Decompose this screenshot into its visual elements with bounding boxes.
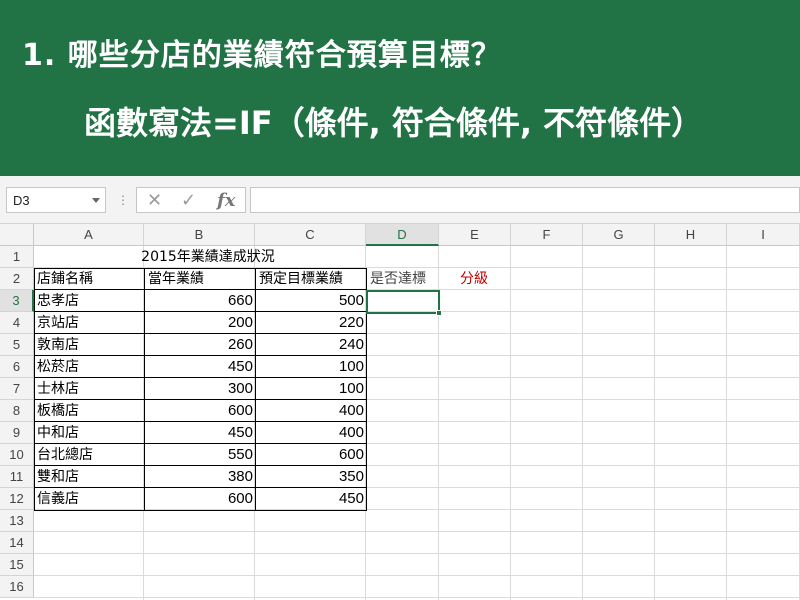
row-header-6[interactable]: 6: [0, 356, 34, 378]
table-border-h: [34, 355, 367, 356]
select-all-corner[interactable]: [0, 224, 34, 246]
table-border-h: [34, 333, 367, 334]
gridline-h: [34, 553, 800, 554]
header-grade[interactable]: 分級: [440, 268, 513, 290]
fill-handle[interactable]: [436, 310, 442, 316]
row-header-7[interactable]: 7: [0, 378, 34, 400]
active-cell-selection[interactable]: [366, 290, 440, 314]
gridline-v: [510, 246, 511, 600]
formula-bar: D3 ⋮ ✕ ✓ fx: [0, 176, 800, 224]
gridline-v: [726, 246, 727, 600]
data-table-border: [34, 268, 367, 511]
row-header-4[interactable]: 4: [0, 312, 34, 334]
gridline-h: [34, 531, 800, 532]
column-header-c[interactable]: C: [255, 224, 366, 246]
table-border-v: [144, 268, 145, 511]
name-box-dropdown-icon[interactable]: [92, 198, 100, 203]
table-border-h: [34, 487, 367, 488]
row-header-1[interactable]: 1: [0, 246, 34, 268]
table-border-h: [34, 399, 367, 400]
banner-question: 1. 哪些分店的業績符合預算目標？: [22, 38, 502, 73]
gridline-h: [34, 575, 800, 576]
column-header-b[interactable]: B: [144, 224, 255, 246]
table-border-h: [34, 377, 367, 378]
formula-bar-buttons: ✕ ✓ fx: [136, 187, 246, 213]
enter-check-icon[interactable]: ✓: [181, 190, 196, 211]
formula-input[interactable]: [250, 187, 800, 213]
row-header-2[interactable]: 2: [0, 268, 34, 290]
row-header-16[interactable]: 16: [0, 576, 34, 598]
row-header-5[interactable]: 5: [0, 334, 34, 356]
cancel-icon[interactable]: ✕: [147, 190, 162, 211]
table-border-h: [34, 421, 367, 422]
insert-function-icon[interactable]: fx: [217, 190, 235, 211]
row-header-12[interactable]: 12: [0, 488, 34, 510]
column-header-d[interactable]: D: [366, 224, 439, 246]
table-border-h: [34, 443, 367, 444]
row-header-9[interactable]: 9: [0, 422, 34, 444]
header-achieved[interactable]: 是否達標: [367, 268, 440, 290]
column-header-i[interactable]: I: [727, 224, 800, 246]
row-header-3[interactable]: 3: [0, 290, 34, 312]
row-header-14[interactable]: 14: [0, 532, 34, 554]
row-header-13[interactable]: 13: [0, 510, 34, 532]
name-box-value: D3: [13, 193, 30, 208]
row-header-15[interactable]: 15: [0, 554, 34, 576]
name-box[interactable]: D3: [6, 187, 106, 213]
row-header-8[interactable]: 8: [0, 400, 34, 422]
column-header-e[interactable]: E: [439, 224, 511, 246]
column-header-f[interactable]: F: [511, 224, 583, 246]
banner-formula-syntax: 函數寫法=IF（條件, 符合條件, 不符條件）: [84, 104, 704, 142]
sheet-title-cell[interactable]: 2015年業績達成狀況: [34, 246, 367, 268]
table-border-h: [34, 465, 367, 466]
table-border-h: [34, 289, 367, 290]
drag-handle-icon[interactable]: ⋮: [117, 194, 129, 206]
column-header-a[interactable]: A: [34, 224, 144, 246]
table-border-h: [34, 311, 367, 312]
gridline-h: [34, 597, 800, 598]
row-header-10[interactable]: 10: [0, 444, 34, 466]
gridline-v: [582, 246, 583, 600]
title-banner: 1. 哪些分店的業績符合預算目標？ 函數寫法=IF（條件, 符合條件, 不符條件…: [0, 0, 800, 176]
table-border-v: [255, 268, 256, 511]
column-header-h[interactable]: H: [655, 224, 727, 246]
gridline-v: [654, 246, 655, 600]
row-header-11[interactable]: 11: [0, 466, 34, 488]
column-header-g[interactable]: G: [583, 224, 655, 246]
